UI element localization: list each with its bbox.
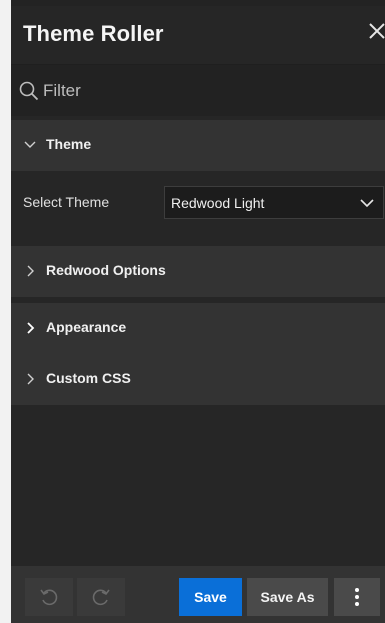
theme-roller-window: Theme Roller Theme Select Theme (0, 0, 385, 623)
selected-theme-value: Redwood Light (171, 195, 265, 211)
save-button[interactable]: Save (179, 578, 242, 616)
redo-button[interactable] (77, 578, 125, 616)
section-label: Custom CSS (46, 370, 131, 386)
close-icon (369, 23, 385, 39)
chevron-right-icon (27, 373, 34, 385)
footer-toolbar: Save Save As (11, 566, 385, 623)
page-background-edge (0, 0, 11, 623)
chevron-down-icon (24, 141, 36, 148)
section-label: Theme (46, 136, 92, 152)
save-as-button[interactable]: Save As (247, 578, 328, 616)
redo-icon (92, 589, 110, 606)
select-theme-dropdown[interactable]: Redwood Light (164, 186, 384, 219)
section-appearance[interactable]: Appearance (11, 303, 385, 354)
more-vertical-icon (355, 588, 359, 606)
chevron-right-icon (27, 265, 34, 277)
filter-bar (11, 64, 385, 116)
undo-icon (40, 589, 58, 606)
chevron-right-icon (27, 322, 35, 334)
panel-header: Theme Roller (11, 6, 385, 64)
section-label: Appearance (46, 319, 127, 335)
section-redwood-options[interactable]: Redwood Options (11, 246, 385, 297)
theme-section-body: Select Theme Redwood Light (11, 171, 385, 234)
section-label: Redwood Options (46, 262, 166, 278)
panel-title: Theme Roller (23, 21, 164, 46)
section-custom-css[interactable]: Custom CSS (11, 354, 385, 405)
search-icon (19, 81, 39, 101)
close-button[interactable] (366, 18, 385, 44)
theme-roller-panel: Theme Roller Theme Select Theme (11, 6, 385, 623)
section-theme[interactable]: Theme (11, 120, 385, 171)
select-theme-label: Select Theme (23, 194, 110, 210)
chevron-down-icon (360, 199, 374, 208)
filter-input[interactable] (43, 77, 373, 105)
undo-button[interactable] (25, 578, 73, 616)
more-actions-button[interactable] (334, 578, 380, 616)
